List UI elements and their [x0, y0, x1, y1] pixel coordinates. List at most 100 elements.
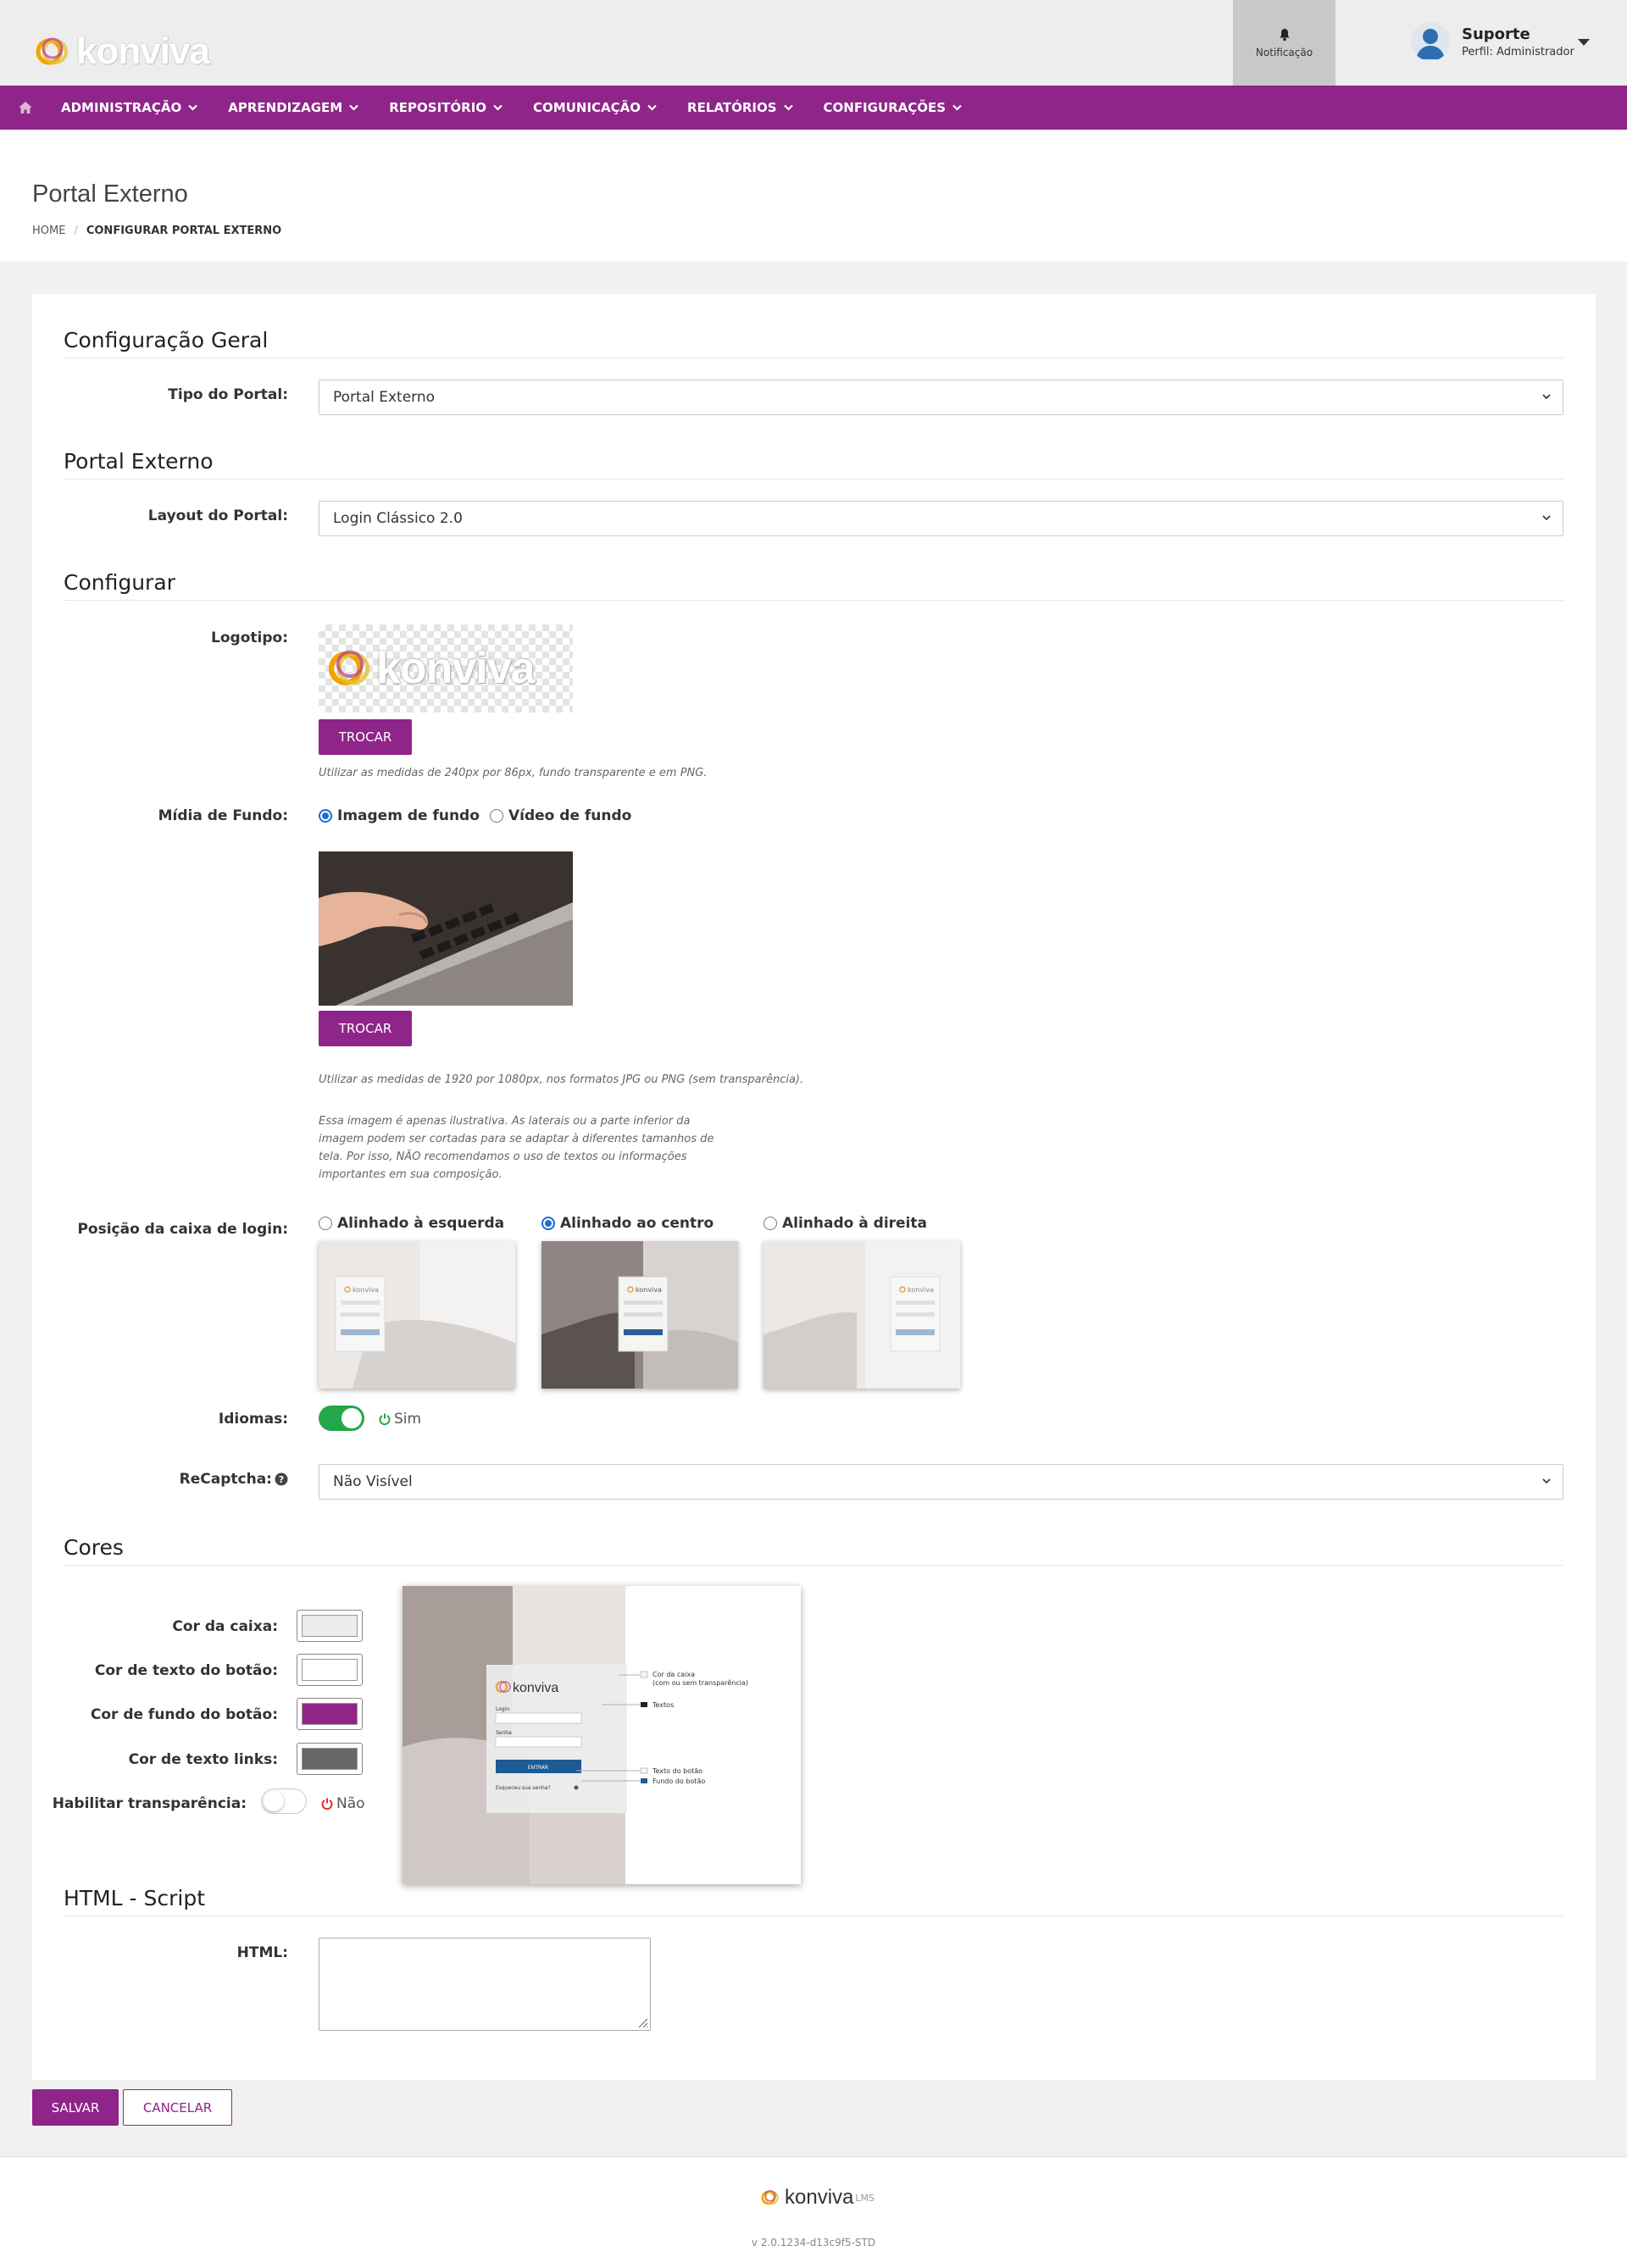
- legend-texts: Textos: [652, 1701, 674, 1709]
- breadcrumb: HOME / CONFIGURAR PORTAL EXTERNO: [32, 225, 281, 237]
- position-right-label: Alinhado à direita: [782, 1215, 927, 1232]
- breadcrumb-separator: /: [74, 225, 78, 237]
- position-center-radio[interactable]: Alinhado ao centro: [541, 1215, 714, 1232]
- nav-item-configuracoes[interactable]: CONFIGURAÇÕES: [824, 86, 963, 130]
- section-general: Configuração Geral: [64, 328, 1563, 358]
- html-textarea[interactable]: [319, 1938, 651, 2031]
- home-icon: [19, 102, 32, 114]
- page-title: Portal Externo: [32, 180, 188, 208]
- media-hint-note-line-1: Essa imagem é apenas ilustrativa. As lat…: [319, 1115, 691, 1128]
- media-hint-note-line-2: imagem podem ser cortadas para se adapta…: [319, 1133, 714, 1145]
- login-preview-center-icon: konviva: [541, 1241, 738, 1389]
- box-color-swatch[interactable]: [297, 1610, 363, 1642]
- version-text: v 2.0.1234-d13c9f5-STD: [751, 2237, 876, 2249]
- languages-toggle[interactable]: [319, 1406, 364, 1431]
- legend-button-text: Texto do botão: [652, 1767, 702, 1775]
- chevron-down-icon: [783, 104, 793, 111]
- bell-icon: [1280, 28, 1289, 41]
- nav-item-label: REPOSITÓRIO: [389, 100, 487, 115]
- radio-unselected-icon: [764, 1217, 777, 1230]
- save-button[interactable]: SALVAR: [32, 2089, 119, 2126]
- nav-item-label: RELATÓRIOS: [687, 100, 777, 115]
- chevron-down-icon: [1542, 394, 1551, 400]
- brand-logo[interactable]: konviva: [32, 30, 210, 73]
- preview-brand: konviva: [513, 1681, 558, 1695]
- link-text-color-swatch[interactable]: [297, 1743, 363, 1775]
- chevron-down-icon: [1542, 515, 1551, 521]
- nav-item-comunicacao[interactable]: COMUNICAÇÃO: [533, 86, 657, 130]
- portal-layout-value: Login Clássico 2.0: [333, 510, 463, 527]
- preview-forgot: Esqueceu sua senha?: [496, 1785, 551, 1791]
- languages-state: Sim: [378, 1411, 421, 1428]
- nav-home[interactable]: [0, 86, 51, 130]
- position-left-thumbnail[interactable]: konviva: [319, 1241, 515, 1389]
- logo-change-button[interactable]: TROCAR: [319, 719, 412, 755]
- media-change-button[interactable]: TROCAR: [319, 1011, 412, 1046]
- color-fill: [302, 1748, 358, 1770]
- user-menu[interactable]: Suporte Perfil: Administrador: [1411, 22, 1574, 61]
- transparency-label: Habilitar transparência:: [52, 1795, 247, 1812]
- media-video-radio[interactable]: Vídeo de fundo: [490, 807, 631, 824]
- nav-item-administracao[interactable]: ADMINISTRAÇÃO: [61, 86, 198, 130]
- recaptcha-select[interactable]: Não Visível: [319, 1464, 1563, 1500]
- position-center-label: Alinhado ao centro: [560, 1215, 714, 1232]
- power-icon: [379, 1413, 391, 1426]
- resize-handle-icon[interactable]: [636, 2016, 648, 2028]
- media-hint-note-line-3: tela. Por isso, NÃO recomendamos o uso d…: [319, 1151, 687, 1163]
- nav-item-aprendizagem[interactable]: APRENDIZAGEM: [228, 86, 359, 130]
- position-right-thumbnail[interactable]: konviva: [764, 1241, 960, 1389]
- languages-label: Idiomas:: [218, 1411, 288, 1428]
- media-image-radio[interactable]: Imagem de fundo: [319, 807, 480, 824]
- user-name: Suporte: [1462, 25, 1530, 43]
- media-label: Mídia de Fundo:: [158, 807, 288, 824]
- transparency-toggle[interactable]: [261, 1788, 307, 1814]
- nav-item-relatorios[interactable]: RELATÓRIOS: [687, 86, 793, 130]
- page-header: Portal Externo HOME / CONFIGURAR PORTAL …: [0, 130, 1627, 262]
- position-right-radio[interactable]: Alinhado à direita: [764, 1215, 927, 1232]
- section-title: Configurar: [64, 570, 175, 595]
- color-fill: [302, 1659, 358, 1681]
- button-bg-color-swatch[interactable]: [297, 1698, 363, 1730]
- footer-logo: konviva LMS: [759, 2186, 875, 2210]
- radio-unselected-icon: [319, 1217, 332, 1230]
- portal-layout-select[interactable]: Login Clássico 2.0: [319, 501, 1563, 536]
- button-text-color-swatch[interactable]: [297, 1654, 363, 1686]
- thumb-brand: konviva: [636, 1286, 662, 1294]
- transparency-state-label: Não: [336, 1795, 365, 1812]
- legend-box-line-2: (com ou sem transparência): [652, 1678, 748, 1687]
- help-circle-icon[interactable]: ?: [275, 1472, 288, 1486]
- svg-text:?: ?: [279, 1474, 284, 1485]
- cancel-button[interactable]: CANCELAR: [123, 2089, 232, 2126]
- color-fill: [302, 1615, 358, 1637]
- section-colors: Cores: [64, 1535, 1563, 1566]
- nav-item-repositorio[interactable]: REPOSITÓRIO: [389, 86, 503, 130]
- footer-brand: konviva: [785, 2186, 854, 2209]
- nav-item-label: ADMINISTRAÇÃO: [61, 100, 182, 115]
- notification-label: Notificação: [1255, 46, 1313, 58]
- settings-card: Configuração Geral Tipo do Portal: Porta…: [32, 294, 1596, 2080]
- transparency-state: Não: [320, 1795, 365, 1812]
- user-menu-caret-icon[interactable]: [1578, 39, 1590, 46]
- radio-selected-icon: [319, 809, 332, 823]
- legend-button-bg: Fundo do botão: [652, 1777, 705, 1785]
- position-center-thumbnail[interactable]: konviva: [541, 1241, 738, 1389]
- breadcrumb-home[interactable]: HOME: [32, 225, 65, 237]
- position-left-radio[interactable]: Alinhado à esquerda: [319, 1215, 504, 1232]
- portal-type-label: Tipo do Portal:: [168, 386, 288, 403]
- link-text-color-label: Cor de texto links:: [128, 1751, 278, 1768]
- section-title: Cores: [64, 1535, 124, 1560]
- preview-login-label: Login: [496, 1706, 509, 1712]
- button-bg-color-label: Cor de fundo do botão:: [90, 1706, 278, 1723]
- notification-button[interactable]: Notificação: [1233, 0, 1335, 86]
- color-preview: konviva Login Senha ENTRAR Esqueceu sua …: [403, 1586, 801, 1884]
- portal-type-select[interactable]: Portal Externo: [319, 380, 1563, 415]
- media-hint-note-line-4: importantes em sua composição.: [319, 1168, 503, 1181]
- power-icon: [321, 1798, 333, 1811]
- logo-preview: konviva: [319, 624, 573, 713]
- footer: konviva LMS v 2.0.1234-d13c9f5-STD: [0, 2156, 1627, 2268]
- avatar: [1411, 22, 1450, 61]
- html-label: HTML:: [236, 1944, 288, 1961]
- toggle-knob: [342, 1408, 362, 1428]
- top-bar: konviva Notificação Suporte Perfil: Admi…: [0, 0, 1627, 86]
- media-video-label: Vídeo de fundo: [508, 807, 632, 824]
